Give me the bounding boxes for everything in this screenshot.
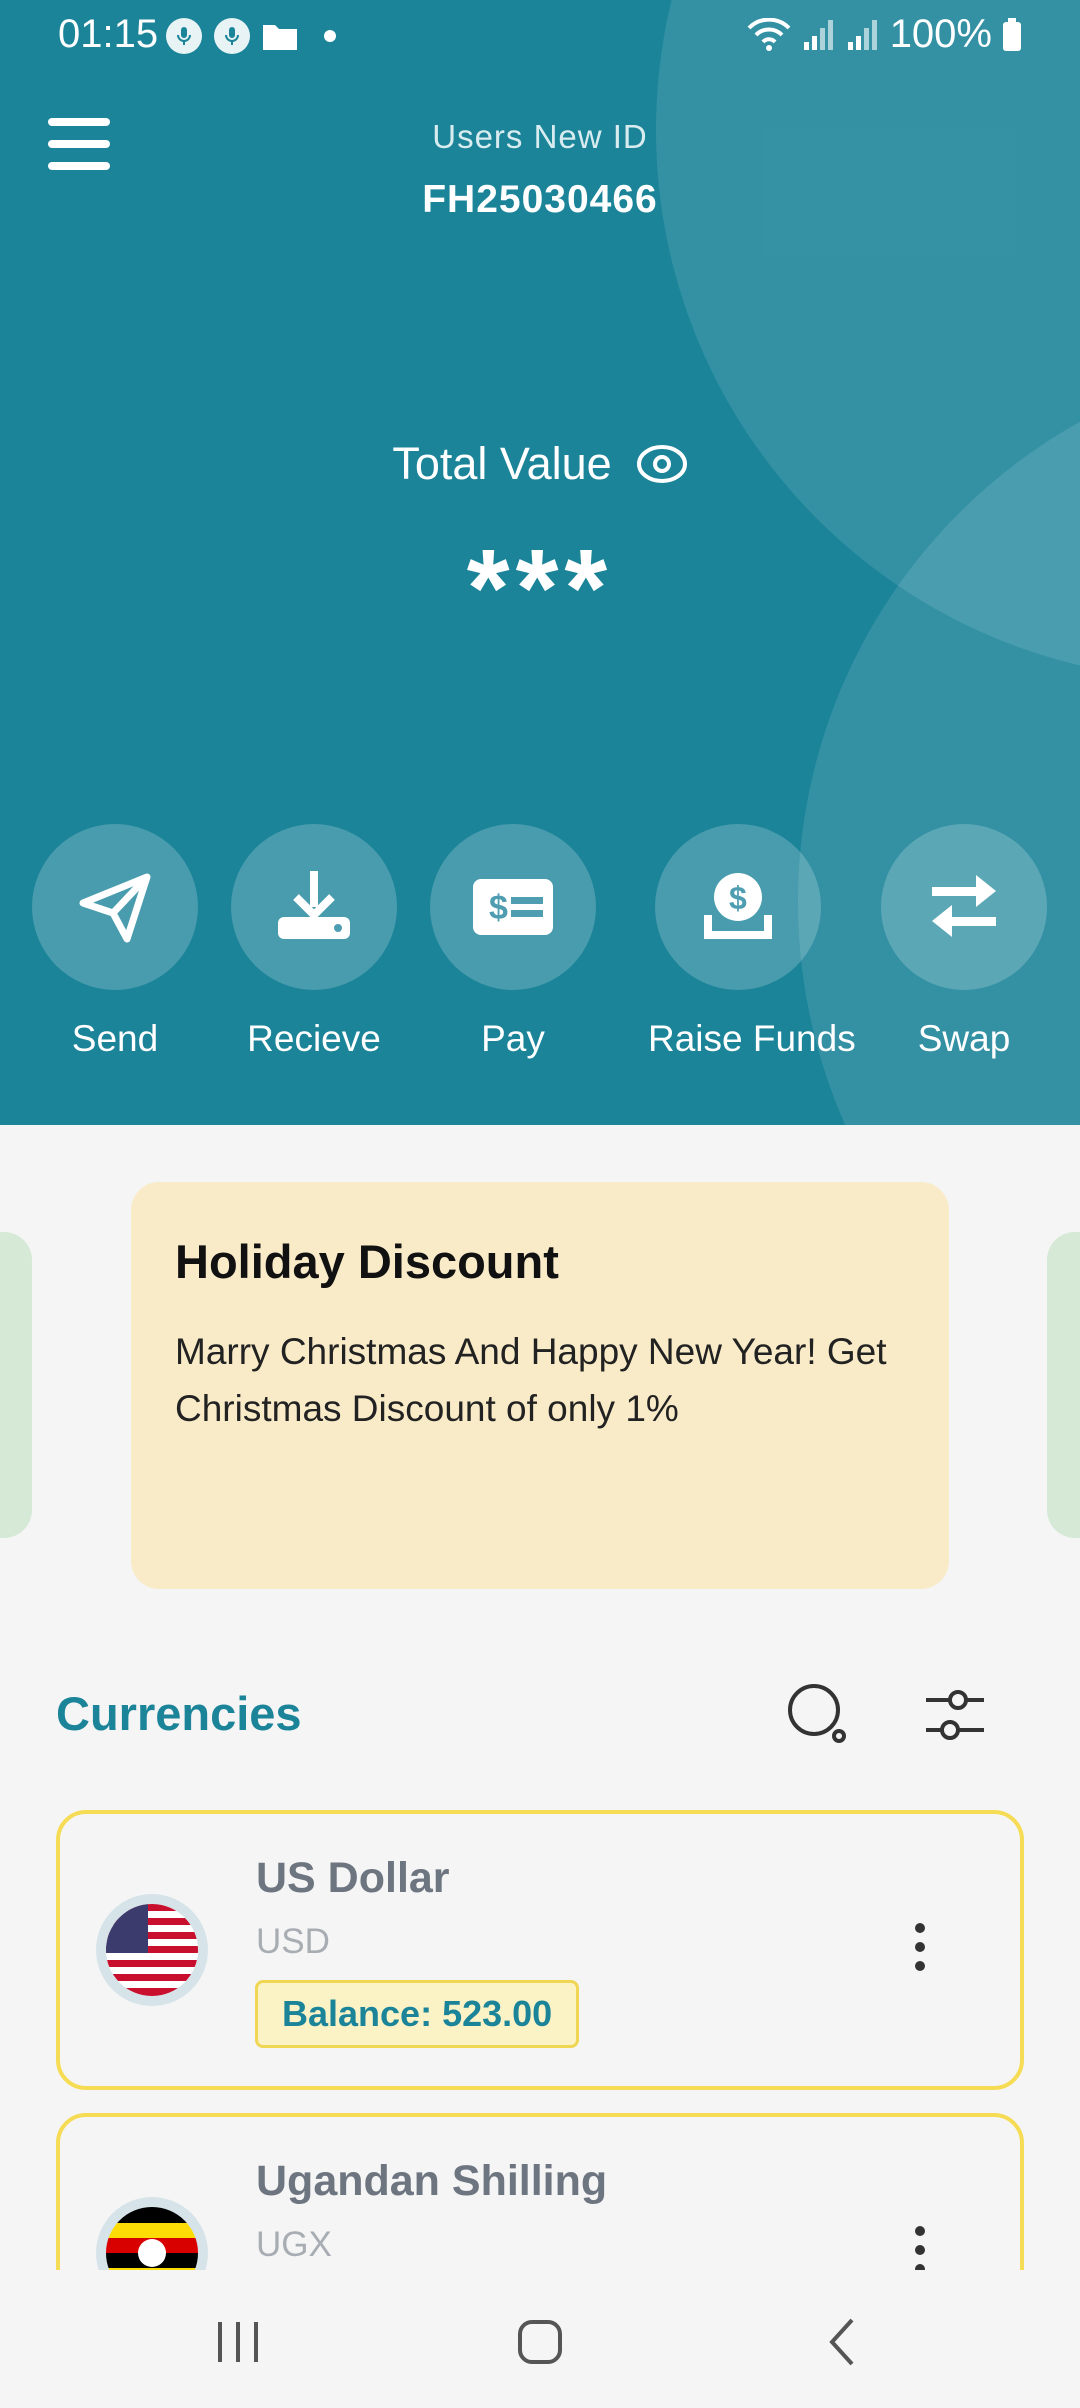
svg-text:$: $ [489,889,508,927]
currency-name: US Dollar [256,1854,450,1902]
currency-card-usd[interactable]: US Dollar USD Balance: 523.00 [56,1810,1024,2090]
back-icon[interactable] [814,2312,874,2372]
battery-percent: 100% [889,12,992,56]
receive-button[interactable]: Recieve [224,824,404,1060]
search-icon[interactable] [786,1682,850,1746]
wallet-header: 01:15 100% Users New ID FH25030466 Total… [0,0,1080,1125]
system-nav-bar [0,2270,1080,2408]
pay-button[interactable]: $ Pay [423,824,603,1060]
dot-icon [324,30,336,42]
home-icon[interactable] [510,2312,570,2372]
wifi-icon [747,17,791,51]
pay-icon: $ [473,879,553,935]
raise-funds-icon: $ [704,873,772,939]
us-flag-icon [96,1894,208,2006]
total-value: *** [466,527,614,650]
mic-icon [214,18,250,54]
swap-button[interactable]: Swap [874,824,1054,1060]
eye-icon[interactable] [636,444,688,484]
pay-label: Pay [481,1018,545,1059]
svg-text:$: $ [729,880,747,916]
filter-icon[interactable] [922,1684,988,1746]
receive-icon [278,871,350,939]
user-id-label: Users New ID [432,118,648,155]
total-value-label: Total Value [392,438,612,489]
raise-funds-button[interactable]: $ Raise Funds [648,824,856,1060]
status-bar: 01:15 100% [0,0,1080,72]
currency-code: USD [256,1922,330,1961]
send-button[interactable]: Send [25,824,205,1060]
signal-icon [847,19,877,50]
receive-label: Recieve [247,1018,381,1059]
promo-card[interactable]: Holiday Discount Marry Christmas And Hap… [131,1182,949,1589]
more-options-icon[interactable] [910,2225,930,2275]
signal-icon [803,19,833,50]
currency-balance-badge: Balance: 523.00 [255,1980,580,2048]
folder-icon [263,25,297,50]
carousel-next-card[interactable] [1047,1232,1080,1538]
more-options-icon[interactable] [910,1922,930,1972]
currencies-title: Currencies [56,1687,302,1740]
raise-funds-label: Raise Funds [648,1018,856,1059]
mic-icon [166,18,202,54]
promo-title: Holiday Discount [175,1235,559,1288]
battery-icon [1003,17,1021,51]
currency-name: Ugandan Shilling [256,2157,608,2205]
user-id-value: FH25030466 [422,178,658,221]
send-label: Send [71,1018,159,1059]
send-icon [79,873,151,943]
promo-body: Marry Christmas And Happy New Year! Get … [175,1331,887,1429]
status-time: 01:15 [58,12,159,56]
currency-code: UGX [256,2225,332,2264]
recent-apps-icon[interactable] [208,2312,268,2372]
swap-label: Swap [917,1018,1011,1059]
carousel-prev-card[interactable] [0,1232,32,1538]
swap-icon [932,875,996,937]
